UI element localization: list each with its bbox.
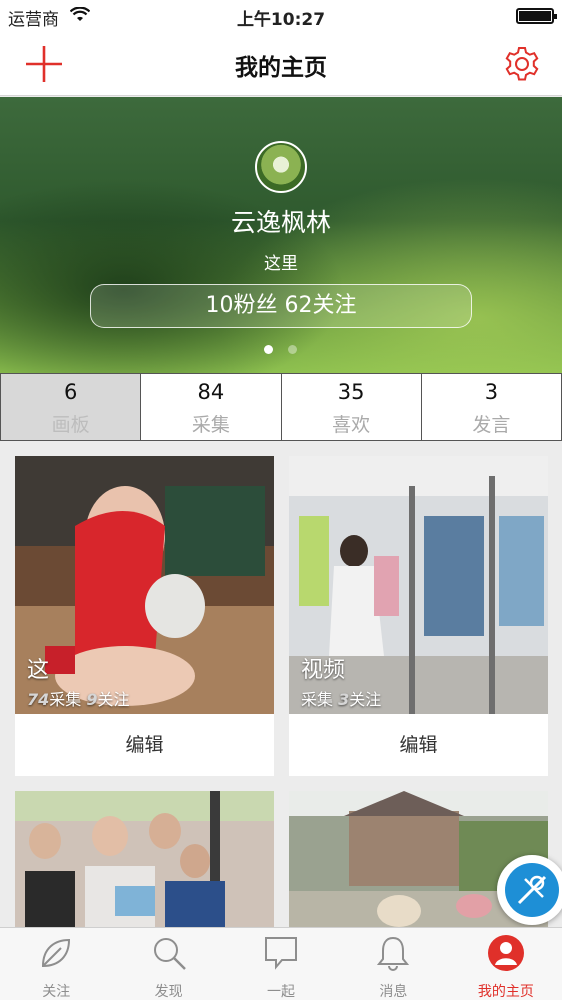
tab-discover[interactable]: 发现 bbox=[112, 928, 224, 1000]
stat-count: 84 bbox=[197, 380, 225, 404]
tab-label: 关注 bbox=[42, 984, 71, 1000]
board-title: 视频 bbox=[301, 658, 346, 683]
tab-posts[interactable]: 3 发言 bbox=[422, 374, 561, 440]
gear-icon[interactable] bbox=[502, 44, 542, 84]
clock: 上午10:27 bbox=[236, 10, 326, 30]
edit-board-button[interactable]: 编辑 bbox=[15, 714, 274, 776]
floating-action-button[interactable] bbox=[497, 855, 562, 925]
tab-label: 我的主页 bbox=[477, 984, 534, 1000]
chat-bubble-icon bbox=[265, 937, 298, 970]
status-bar: 运营商 上午10:27 bbox=[0, 0, 562, 32]
avatar[interactable] bbox=[255, 141, 307, 193]
stat-label: 发言 bbox=[472, 414, 511, 436]
page-title: 我的主页 bbox=[235, 55, 327, 81]
follow-summary-button[interactable]: 10粉丝 62关注 bbox=[90, 284, 472, 328]
battery-fill bbox=[519, 11, 551, 21]
follow-count: 9 bbox=[86, 690, 98, 709]
tab-label: 一起 bbox=[267, 984, 296, 1000]
tab-my-home[interactable]: 我的主页 bbox=[450, 928, 562, 1000]
stats-bar: 6 画板 84 采集 35 喜欢 3 发言 bbox=[0, 373, 562, 441]
board-title: 这 bbox=[27, 658, 50, 683]
stat-count: 6 bbox=[63, 380, 78, 404]
page-dot-2[interactable] bbox=[288, 345, 297, 354]
follow-label: 关注 bbox=[97, 690, 130, 709]
board-cover-image bbox=[15, 456, 274, 714]
collect-label: 采集 bbox=[301, 690, 334, 709]
screen: 运营商 上午10:27 我的主页 云逸枫林 这里 10粉丝 62关注 6 画板 … bbox=[0, 0, 562, 1000]
stat-label: 采集 bbox=[191, 414, 230, 436]
stat-count: 35 bbox=[337, 380, 365, 404]
board-cover-image bbox=[15, 791, 274, 931]
edit-board-button[interactable]: 编辑 bbox=[289, 714, 548, 776]
tab-boards[interactable]: 6 画板 bbox=[1, 374, 142, 440]
board-card[interactable]: 视频 采集 3关注 编辑 bbox=[289, 456, 548, 776]
stat-count: 3 bbox=[484, 380, 499, 404]
collect-count: 74 bbox=[27, 690, 50, 709]
tab-together[interactable]: 一起 bbox=[225, 928, 337, 1000]
page-dot-1[interactable] bbox=[264, 345, 273, 354]
board-meta: 采集 3关注 bbox=[301, 686, 381, 710]
stat-label: 画板 bbox=[51, 414, 90, 436]
bell-icon bbox=[377, 936, 410, 971]
tab-likes[interactable]: 35 喜欢 bbox=[282, 374, 422, 440]
username: 云逸枫林 bbox=[230, 208, 331, 237]
tab-messages[interactable]: 消息 bbox=[337, 928, 449, 1000]
board-card[interactable]: 这 74采集 9关注 编辑 bbox=[15, 456, 274, 776]
person-icon bbox=[487, 935, 524, 971]
leaf-icon bbox=[42, 938, 71, 968]
tab-bar: 关注 发现 一起 消息 我的主页 bbox=[0, 927, 562, 1000]
board-meta: 74采集 9关注 bbox=[27, 686, 130, 710]
collect-label: 采集 bbox=[49, 690, 82, 709]
profile-header: 云逸枫林 这里 10粉丝 62关注 bbox=[0, 97, 562, 373]
user-bio: 这里 bbox=[264, 254, 298, 274]
nav-bar: 我的主页 bbox=[0, 32, 562, 96]
follow-count: 3 bbox=[338, 690, 350, 709]
tab-label: 发现 bbox=[154, 984, 183, 1000]
pin-icon bbox=[517, 875, 547, 905]
board-card[interactable] bbox=[15, 791, 274, 931]
stat-label: 喜欢 bbox=[332, 414, 371, 436]
tab-following[interactable]: 关注 bbox=[0, 928, 112, 1000]
tab-label: 消息 bbox=[379, 984, 408, 1000]
search-icon bbox=[153, 938, 186, 970]
battery-icon bbox=[516, 8, 557, 24]
tab-collections[interactable]: 84 采集 bbox=[141, 374, 282, 440]
follow-label: 关注 bbox=[349, 690, 382, 709]
